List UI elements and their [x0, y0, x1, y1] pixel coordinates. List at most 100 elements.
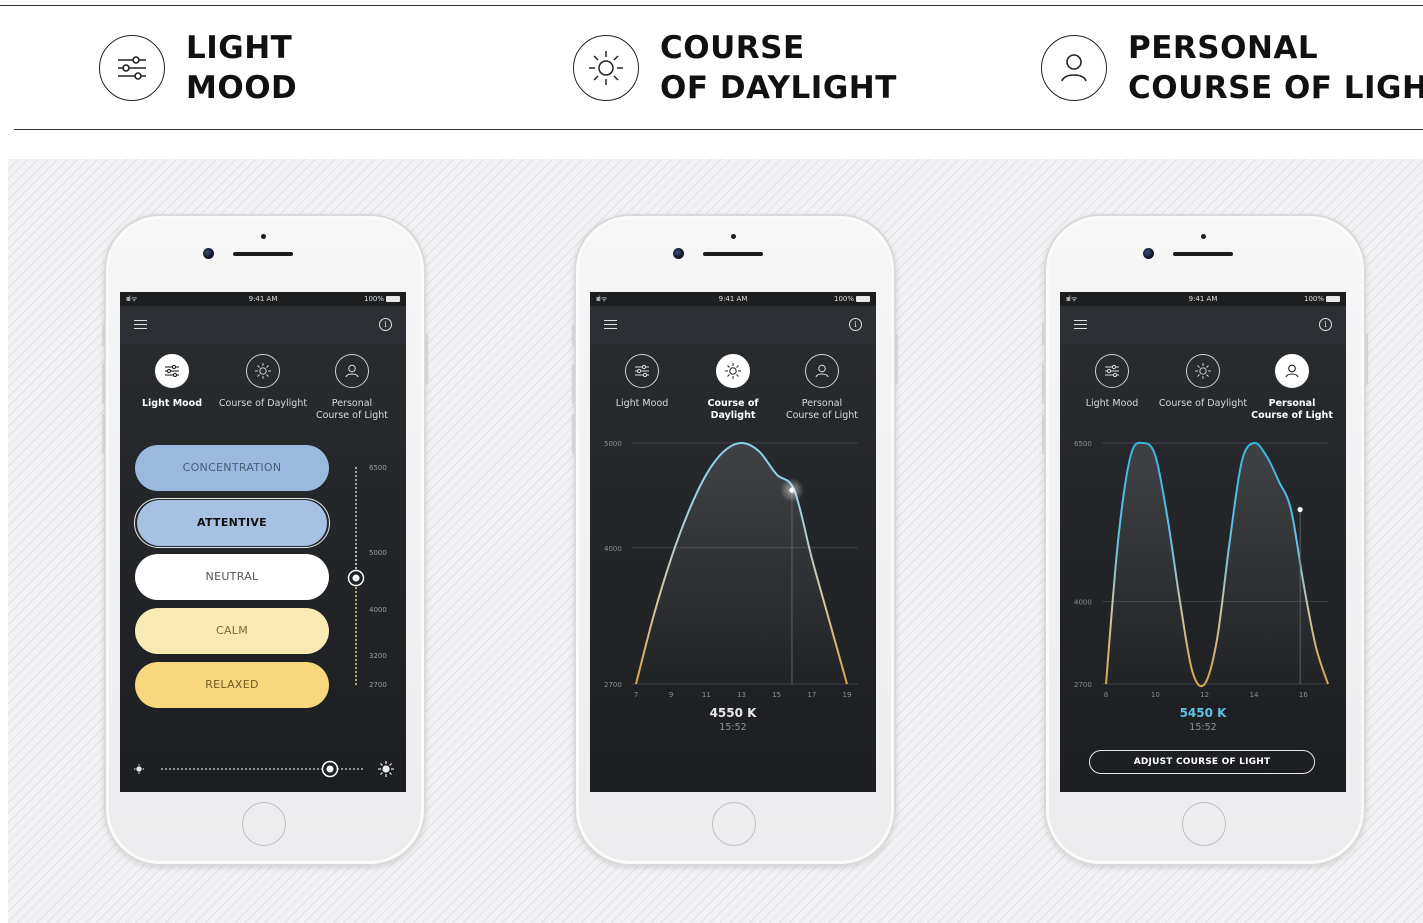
slider-dot: [265, 768, 267, 770]
tab-personal-course[interactable]: Personal Course of Light: [774, 354, 870, 422]
slider-dot: [345, 768, 347, 770]
scale-dot: [355, 643, 357, 645]
sun-icon: [716, 354, 750, 388]
x-tick-label: 14: [1250, 691, 1259, 699]
personal-curve-chart[interactable]: 6500 4000 2700 8 10 12 14 16: [1060, 432, 1346, 712]
scale-dot: [355, 555, 357, 557]
scale-dot: [355, 675, 357, 677]
tab-light-mood[interactable]: Light Mood: [1064, 354, 1160, 410]
curve-area: [636, 443, 847, 684]
scale-dot: [355, 631, 357, 633]
phone-screen: ıııl ᯤ 9:41 AM 100% i Light Mood Course …: [1060, 292, 1346, 792]
power-button: [1365, 334, 1368, 384]
slider-dot: [193, 768, 195, 770]
person-icon: [805, 354, 839, 388]
sensor-dot: [731, 234, 736, 239]
tab-light-mood[interactable]: Light Mood: [594, 354, 690, 410]
slider-dot: [305, 768, 307, 770]
scale-dot: [355, 627, 357, 629]
home-button[interactable]: [242, 802, 286, 846]
home-button[interactable]: [712, 802, 756, 846]
sun-large-icon: [378, 761, 394, 777]
volume-down-button: [572, 414, 575, 454]
battery-icon: [1326, 296, 1340, 302]
x-tick-label: 12: [1200, 691, 1209, 699]
slider-dot: [233, 768, 235, 770]
info-icon[interactable]: i: [849, 318, 862, 331]
volume-up-button: [102, 364, 105, 404]
slider-dot: [309, 768, 311, 770]
x-tick-label: 19: [843, 691, 852, 699]
y-tick-label: 6500: [1074, 440, 1092, 448]
current-reading: 5450 K 15:52: [1060, 706, 1346, 733]
slider-dot: [257, 768, 259, 770]
current-marker: [1297, 506, 1303, 513]
tab-course-of-daylight[interactable]: Course of Daylight: [1155, 354, 1251, 410]
slider-dot: [217, 768, 219, 770]
y-tick-label: 2700: [1074, 681, 1092, 689]
scale-dot: [355, 547, 357, 549]
slider-dot: [357, 768, 359, 770]
slider-dot: [169, 768, 171, 770]
scale-dot: [355, 599, 357, 601]
slider-dot: [241, 768, 243, 770]
slider-dot: [165, 768, 167, 770]
slider-dot: [261, 768, 263, 770]
scale-dot: [355, 559, 357, 561]
home-button[interactable]: [1182, 802, 1226, 846]
front-camera: [1143, 248, 1154, 259]
phone-screen: ıııl ᯤ 9:41 AM 100% i Light Mood Course …: [590, 292, 876, 792]
front-camera: [673, 248, 684, 259]
y-tick-label: 4000: [604, 545, 622, 553]
info-icon[interactable]: i: [1319, 318, 1332, 331]
nav-bar: i: [590, 306, 876, 344]
slider-dot: [353, 768, 355, 770]
hamburger-menu-icon[interactable]: [1074, 320, 1087, 330]
hamburger-menu-icon[interactable]: [604, 320, 617, 330]
adjust-course-button[interactable]: ADJUST COURSE OF LIGHT: [1089, 750, 1315, 774]
scale-dot: [355, 479, 357, 481]
header-title: LIGHT MOOD: [186, 28, 297, 108]
tab-course-of-daylight[interactable]: Course of Daylight: [685, 354, 781, 422]
phone-personal-course: ıııl ᯤ 9:41 AM 100% i Light Mood Course …: [1042, 214, 1368, 866]
battery-indicator: 100%: [834, 295, 870, 303]
scale-dot: [355, 467, 357, 469]
power-button: [895, 334, 898, 384]
scale-dot: [355, 535, 357, 537]
mode-tabs: Light Mood Course of Daylight Personal Co…: [1060, 354, 1346, 426]
y-tick-label: 5000: [604, 440, 622, 448]
scale-dot: [355, 499, 357, 501]
front-camera: [203, 248, 214, 259]
scale-dot: [355, 503, 357, 505]
scale-dot: [355, 679, 357, 681]
kelvin-label: 2700: [369, 681, 387, 689]
sliders-icon: [1095, 354, 1129, 388]
sensor-dot: [261, 234, 266, 239]
scale-dot: [355, 663, 357, 665]
scale-dot: [355, 563, 357, 565]
scale-dot: [355, 523, 357, 525]
daylight-curve-chart[interactable]: 5000 4000 2700 7 9 11 13 15 17 19: [590, 432, 876, 712]
slider-dot: [301, 768, 303, 770]
brightness-slider[interactable]: [120, 752, 406, 782]
slider-dot: [361, 768, 363, 770]
scale-dot: [355, 611, 357, 613]
tab-personal-course[interactable]: Personal Course of Light: [1244, 354, 1340, 422]
slider-dot: [225, 768, 227, 770]
kelvin-scale[interactable]: [120, 292, 406, 792]
slider-dot: [201, 768, 203, 770]
slider-dot: [349, 768, 351, 770]
scale-dot: [355, 591, 357, 593]
volume-up-button: [1042, 364, 1045, 404]
header-line2: OF DAYLIGHT: [660, 70, 897, 106]
battery-icon: [856, 296, 870, 302]
slider-dot: [213, 768, 215, 770]
scale-dot: [355, 567, 357, 569]
kelvin-label: 5000: [369, 549, 387, 557]
curve-area: [1106, 442, 1328, 687]
scale-dot: [355, 635, 357, 637]
tab-label: Course of Daylight: [707, 398, 759, 421]
battery-percent: 100%: [1303, 295, 1324, 303]
phone-course-of-daylight: ıııl ᯤ 9:41 AM 100% i Light Mood Course …: [572, 214, 898, 866]
scale-dot: [355, 647, 357, 649]
